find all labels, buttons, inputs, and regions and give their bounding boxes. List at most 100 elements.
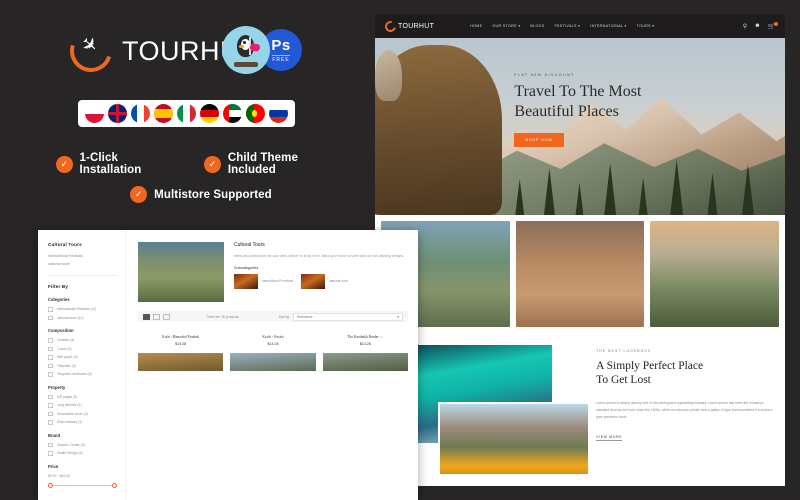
divider xyxy=(48,275,117,276)
product-card[interactable]: ♡ The Karabakh Border -... $14.28 xyxy=(314,330,408,346)
flag-spain[interactable] xyxy=(154,104,173,123)
facet-label: Graphic Corner (9) xyxy=(56,442,85,447)
facet-option[interactable]: Ceramic (4) xyxy=(48,338,117,343)
product-price: $14.28 xyxy=(267,342,279,346)
nav-item-international[interactable]: INTERNATIONAL ▾ xyxy=(590,24,626,28)
facet-option[interactable]: International Festivals (10) xyxy=(48,307,117,312)
checkbox[interactable] xyxy=(48,420,53,425)
product-image[interactable] xyxy=(230,353,316,371)
filter-group-property-title: Property xyxy=(48,384,66,390)
checkbox[interactable] xyxy=(48,346,53,351)
cart-icon[interactable]: 🛒 xyxy=(768,21,778,30)
product-card[interactable]: ♡ Kufri - Himachal Pradesh $14.28 xyxy=(130,330,223,346)
wishlist-heart-icon[interactable]: ♡ xyxy=(222,334,226,340)
shop-now-button[interactable]: SHOP NOW xyxy=(514,133,564,148)
sidebar-link-national-tours[interactable]: national tours xyxy=(48,262,117,266)
flag-united-arab-emirates[interactable] xyxy=(223,104,242,123)
nav-item-tours[interactable]: TOURS ▾ xyxy=(637,24,655,28)
wishlist-heart-icon[interactable]: ♡ xyxy=(314,334,318,340)
checkbox[interactable] xyxy=(48,451,53,456)
category-header: Cultural Tours Items and accessories for… xyxy=(138,242,408,302)
checkbox[interactable] xyxy=(48,442,53,447)
list-view-icon[interactable] xyxy=(153,313,160,320)
flag-united-kingdom[interactable] xyxy=(108,104,127,123)
checkbox[interactable] xyxy=(48,372,53,377)
filter-group-categories-title: Categories xyxy=(48,297,70,302)
checkbox[interactable] xyxy=(48,355,53,360)
facet-option[interactable]: Removable cover (1) xyxy=(48,411,117,416)
feature-label: Child Theme Included xyxy=(227,152,298,176)
facet-option[interactable]: Long sleeves (1) xyxy=(48,403,117,408)
checkbox[interactable] xyxy=(48,363,53,368)
hero-kicker: FLAT 50% DISCOUNT xyxy=(514,73,575,78)
facet-option[interactable]: Graphic Corner (9) xyxy=(48,442,117,447)
facet-option[interactable]: Cotton (2) xyxy=(48,346,117,351)
facet-label: Removable cover (1) xyxy=(56,411,88,416)
facet-option[interactable]: Polyester (3) xyxy=(48,363,117,368)
facet-label: Long sleeves (1) xyxy=(56,403,82,408)
hero-tree-line xyxy=(498,155,785,215)
facet-option[interactable]: Recycled cardboard (3) xyxy=(48,372,117,377)
nav-item-festivals[interactable]: FESTIVALS ▾ xyxy=(554,24,580,28)
main-nav[interactable]: HOME OUR STORE ▾ BLOGS FESTIVALS ▾ INTER… xyxy=(470,24,654,28)
hero-traveler-photo xyxy=(375,45,503,215)
hero-copy: FLAT 50% DISCOUNT Travel To The Most Bea… xyxy=(514,73,744,148)
gallery-image-camels-at-petra[interactable] xyxy=(515,221,645,327)
sort-select[interactable]: Relevance ▾ xyxy=(293,312,403,321)
sidebar: Cultural Tours International Festivals n… xyxy=(38,230,126,500)
facet-label: Ceramic (4) xyxy=(56,338,75,343)
platform-badges: Ps FREE xyxy=(222,26,302,74)
checkbox[interactable] xyxy=(48,411,53,416)
facet-option[interactable]: Studio Design (9) xyxy=(48,451,117,456)
account-icon[interactable]: ☻ xyxy=(754,23,760,29)
wishlist-heart-icon[interactable]: ♡ xyxy=(130,334,134,340)
product-grid-row2 xyxy=(138,353,408,371)
flag-italy[interactable] xyxy=(177,104,196,123)
checkbox[interactable] xyxy=(48,394,53,399)
prestashop-badge xyxy=(222,26,270,74)
feature-one-click-installation: ✓ 1-Click Installation xyxy=(56,152,180,176)
checkbox[interactable] xyxy=(48,315,53,320)
site-header: TOURHUT HOME OUR STORE ▾ BLOGS FESTIVALS… xyxy=(375,14,785,38)
sidebar-link-international-festivals[interactable]: International Festivals xyxy=(48,254,117,258)
flag-germany[interactable] xyxy=(200,104,219,123)
checkbox[interactable] xyxy=(48,307,53,312)
sort-control[interactable]: Sort by: Relevance ▾ xyxy=(279,312,403,321)
header-icons: ⚲ ☻ 🛒 xyxy=(743,21,778,30)
flag-poland[interactable] xyxy=(85,104,104,123)
subcategory-national-tours[interactable]: national tours xyxy=(301,274,348,290)
facet-option[interactable]: national tours (11) xyxy=(48,315,117,320)
product-image[interactable] xyxy=(322,353,408,371)
lookbook-section: THE BEST LOOKBOOK A Simply Perfect Place… xyxy=(375,327,785,482)
compact-view-icon[interactable] xyxy=(163,313,170,320)
checkbox[interactable] xyxy=(48,338,53,343)
flag-russia[interactable] xyxy=(269,104,288,123)
slider-knob-max[interactable] xyxy=(112,482,117,488)
facet-option[interactable]: Matt paper (2) xyxy=(48,355,117,360)
nav-item-blogs[interactable]: BLOGS xyxy=(530,24,544,28)
view-mode-switch[interactable] xyxy=(143,313,170,320)
site-logo[interactable]: TOURHUT xyxy=(382,18,434,34)
flag-france[interactable] xyxy=(131,104,150,123)
product-card[interactable]: ♡ Kochi - Kerala $14.28 xyxy=(222,330,315,346)
subcategory-international-festivals[interactable]: International Festivals xyxy=(234,274,293,290)
price-range-slider[interactable] xyxy=(48,482,117,488)
feature-label: Multistore Supported xyxy=(154,188,272,201)
nav-item-our-store[interactable]: OUR STORE ▾ xyxy=(492,24,520,28)
product-image[interactable] xyxy=(138,353,224,371)
nav-item-home[interactable]: HOME xyxy=(470,24,482,28)
facet-label: Cotton (2) xyxy=(56,346,72,351)
cart-badge xyxy=(774,21,778,26)
slider-knob-min[interactable] xyxy=(48,482,53,488)
language-flags[interactable] xyxy=(78,100,295,127)
grid-view-icon[interactable] xyxy=(143,313,150,320)
checkbox[interactable] xyxy=(48,403,53,408)
facet-option[interactable]: 100 pages (2) xyxy=(48,394,117,399)
category-title: Cultural Tours xyxy=(234,242,265,248)
gallery-image-boats-on-lake[interactable] xyxy=(650,221,780,327)
facet-option[interactable]: Short sleeves (1) xyxy=(48,420,117,425)
view-more-link[interactable]: VIEW MORE xyxy=(596,435,623,442)
flag-portugal[interactable] xyxy=(246,104,265,123)
feature-multistore-supported: ✓ Multistore Supported xyxy=(130,186,272,203)
search-icon[interactable]: ⚲ xyxy=(743,23,747,30)
